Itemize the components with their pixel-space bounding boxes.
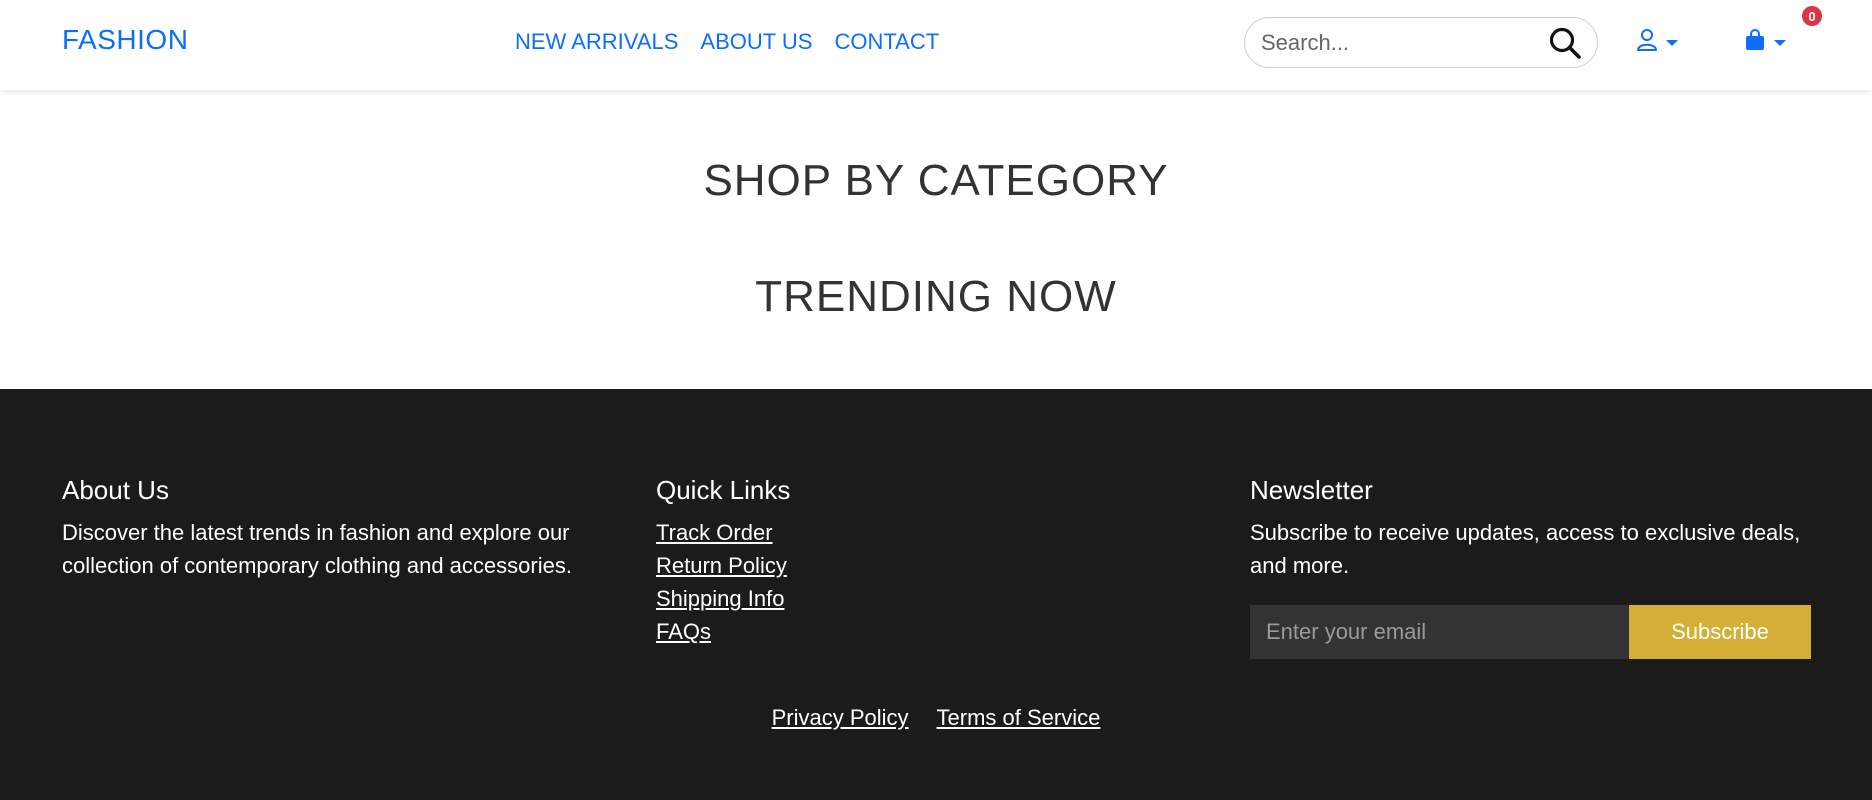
site-footer: About Us Discover the latest trends in f… [0, 389, 1872, 800]
account-dropdown[interactable] [1636, 28, 1678, 57]
shopping-bag-icon [1744, 28, 1766, 57]
footer-newsletter: Newsletter Subscribe to receive updates,… [1250, 475, 1810, 582]
section-title-trending-now: TRENDING NOW [755, 272, 1117, 321]
footer-quick-links-title: Quick Links [656, 475, 791, 505]
link-shipping-info[interactable]: Shipping Info [656, 582, 1056, 615]
nav-contact[interactable]: CONTACT [834, 29, 939, 55]
link-faqs[interactable]: FAQs [656, 615, 1056, 648]
search-input[interactable] [1261, 18, 1541, 67]
search-box [1244, 17, 1598, 68]
link-terms-of-service[interactable]: Terms of Service [937, 705, 1101, 731]
user-icon [1636, 28, 1658, 57]
nav-about-us[interactable]: ABOUT US [700, 29, 812, 55]
footer-newsletter-text: Subscribe to receive updates, access to … [1250, 520, 1801, 578]
footer-newsletter-title: Newsletter [1250, 475, 1373, 505]
cart-count-badge: 0 [1802, 6, 1822, 26]
footer-about-title: About Us [62, 475, 169, 505]
main-content: SHOP BY CATEGORY TRENDING NOW [0, 90, 1872, 389]
newsletter-form: Subscribe [1250, 605, 1811, 659]
chevron-down-icon [1774, 39, 1786, 46]
nav-new-arrivals[interactable]: NEW ARRIVALS [515, 29, 678, 55]
cart-dropdown[interactable] [1744, 28, 1786, 57]
footer-about-text: Discover the latest trends in fashion an… [62, 520, 572, 578]
link-privacy-policy[interactable]: Privacy Policy [772, 705, 909, 731]
email-field[interactable] [1250, 605, 1629, 659]
chevron-down-icon [1666, 39, 1678, 46]
site-header: FASHION NEW ARRIVALS ABOUT US CONTACT Se… [0, 0, 1872, 90]
subscribe-button[interactable]: Subscribe [1629, 605, 1811, 659]
link-return-policy[interactable]: Return Policy [656, 549, 1056, 582]
quick-links-list: Track Order Return Policy Shipping Info … [656, 516, 1056, 648]
site-logo[interactable]: FASHION [62, 24, 188, 56]
section-title-shop-by-category: SHOP BY CATEGORY [703, 156, 1169, 205]
main-nav: NEW ARRIVALS ABOUT US CONTACT [515, 29, 939, 55]
legal-links: Privacy Policy Terms of Service [0, 705, 1872, 731]
search-icon[interactable] [1547, 25, 1583, 61]
footer-quick-links: Quick Links Track Order Return Policy Sh… [656, 475, 1056, 648]
footer-about: About Us Discover the latest trends in f… [62, 475, 582, 582]
link-track-order[interactable]: Track Order [656, 516, 1056, 549]
